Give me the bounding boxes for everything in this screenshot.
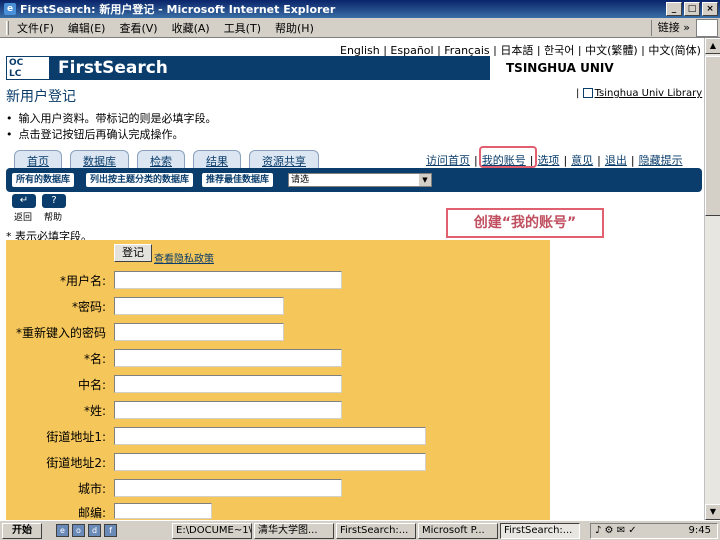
- field-label-middle-name: 中名:: [77, 378, 106, 392]
- institution-name: TSINGHUA UNIV: [490, 56, 702, 80]
- link-visit-home[interactable]: 访问首页: [426, 152, 470, 168]
- street-1-field[interactable]: [114, 427, 426, 445]
- tray-icons[interactable]: ♪ ⚙ ✉ ✓: [595, 525, 637, 536]
- minimize-button[interactable]: _: [666, 2, 682, 16]
- field-label-postcode: 邮编:: [77, 506, 106, 520]
- task-firstsearch-2[interactable]: FirstSearch:...: [500, 523, 580, 539]
- field-label-username: *用户名:: [59, 274, 106, 288]
- instruction-1: 输入用户资料。带标记的则是必填字段。: [6, 110, 217, 126]
- scroll-thumb[interactable]: [705, 56, 720, 216]
- brand-name: FirstSearch: [58, 58, 168, 78]
- folder-launch-icon[interactable]: f: [104, 524, 117, 537]
- field-label-password: *密码:: [71, 300, 106, 314]
- library-logo-icon: [582, 88, 593, 98]
- database-select[interactable]: 请选 ▼: [288, 173, 432, 187]
- sub-by-subject[interactable]: 列出按主题分类的数据库: [86, 173, 194, 187]
- register-button[interactable]: 登记: [114, 244, 152, 262]
- oclc-logo-text: OC LC: [9, 58, 24, 79]
- database-select-value: 请选: [291, 175, 310, 185]
- window-titlebar: e FirstSearch: 新用户登记 - Microsoft Interne…: [0, 0, 720, 18]
- link-comments[interactable]: 意见: [571, 152, 593, 168]
- univ-library-link[interactable]: | Tsinghua Univ Library: [576, 88, 702, 99]
- menu-edit[interactable]: 编辑(E): [68, 20, 106, 36]
- scroll-down-icon[interactable]: ▼: [705, 504, 720, 520]
- univ-library-label[interactable]: Tsinghua Univ Library: [595, 88, 703, 99]
- desktop-launch-icon[interactable]: d: [88, 524, 101, 537]
- city-field[interactable]: [114, 479, 342, 497]
- menu-favorites[interactable]: 收藏(A): [172, 20, 210, 36]
- back-icon[interactable]: ↵: [12, 194, 36, 208]
- field-label-first-name: *名:: [83, 352, 106, 366]
- field-label-city: 城市:: [77, 482, 106, 496]
- field-label-street-1: 街道地址1:: [46, 430, 106, 444]
- ie-launch-icon[interactable]: e: [56, 524, 69, 537]
- menu-bar: 文件(F) 编辑(E) 查看(V) 收藏(A) 工具(T) 帮助(H): [0, 18, 720, 38]
- quick-launch: e o d f: [56, 524, 117, 537]
- close-button[interactable]: ×: [702, 2, 718, 16]
- ie-icon: e: [4, 3, 16, 15]
- link-exit[interactable]: 退出: [605, 152, 627, 168]
- first-name-field[interactable]: [114, 349, 342, 367]
- link-options[interactable]: 选项: [537, 152, 559, 168]
- postcode-field[interactable]: [114, 503, 212, 519]
- username-field[interactable]: [114, 271, 342, 289]
- help-label[interactable]: 帮助: [44, 210, 62, 223]
- window-controls: _ □ ×: [666, 2, 718, 16]
- sub-all-databases[interactable]: 所有的数据库: [12, 173, 75, 187]
- outlook-launch-icon[interactable]: o: [72, 524, 85, 537]
- firstsearch-banner: FirstSearch TSINGHUA UNIV: [50, 56, 702, 80]
- task-explorer[interactable]: E:\DOCUME~1\...: [172, 523, 252, 539]
- menu-tools[interactable]: 工具(T): [224, 20, 261, 36]
- toolbar-grip[interactable]: [6, 20, 9, 35]
- password-field[interactable]: [114, 297, 284, 315]
- window-title: FirstSearch: 新用户登记 - Microsoft Internet …: [20, 3, 336, 16]
- system-tray: ♪ ⚙ ✉ ✓ 9:45: [590, 523, 718, 539]
- callout-annotation: 创建“我的账号”: [446, 208, 604, 238]
- my-account-highlight: [479, 146, 537, 168]
- middle-name-field[interactable]: [114, 375, 342, 393]
- back-label[interactable]: 返回: [14, 210, 32, 223]
- scroll-up-icon[interactable]: ▲: [705, 38, 720, 54]
- sub-recommended[interactable]: 推荐最佳数据库: [202, 173, 274, 187]
- database-subbar: 所有的数据库 列出按主题分类的数据库 推荐最佳数据库 请选 ▼: [6, 168, 702, 192]
- page-title: 新用户登记: [6, 89, 76, 105]
- retype-password-field[interactable]: [114, 323, 284, 341]
- last-name-field[interactable]: [114, 401, 342, 419]
- top-links: 访问首页 | 我的账号 | 选项 | 意见 | 退出 | 隐藏提示: [426, 152, 683, 168]
- field-label-last-name: *姓:: [83, 404, 106, 418]
- vertical-scrollbar[interactable]: ▲ ▼: [704, 38, 720, 520]
- windows-logo-icon: [696, 19, 718, 37]
- maximize-button[interactable]: □: [684, 2, 700, 16]
- street-2-field[interactable]: [114, 453, 426, 471]
- instruction-2: 点击登记按钮后再确认完成操作。: [6, 126, 184, 142]
- privacy-link[interactable]: 查看隐私政策: [154, 250, 214, 265]
- chevron-down-icon[interactable]: ▼: [419, 174, 431, 186]
- menu-view[interactable]: 查看(V): [119, 20, 157, 36]
- field-label-retype-password: *重新键入的密码: [15, 326, 106, 340]
- menu-file[interactable]: 文件(F): [17, 20, 54, 36]
- oclc-logo: OC LC: [6, 56, 50, 80]
- links-button[interactable]: 链接 »: [650, 20, 690, 36]
- link-hide-tips[interactable]: 隐藏提示: [639, 152, 683, 168]
- task-powerpoint[interactable]: Microsoft P...: [418, 523, 498, 539]
- task-firstsearch-1[interactable]: FirstSearch:...: [336, 523, 416, 539]
- task-tsinghua[interactable]: 清华大学图...: [254, 523, 334, 539]
- start-button[interactable]: 开始: [2, 523, 42, 539]
- taskbar: 开始 e o d f E:\DOCUME~1\... 清华大学图... Firs…: [0, 520, 720, 540]
- menu-help[interactable]: 帮助(H): [275, 20, 314, 36]
- help-icon[interactable]: ?: [42, 194, 66, 208]
- field-label-street-2: 街道地址2:: [46, 456, 106, 470]
- clock: 9:45: [688, 525, 711, 536]
